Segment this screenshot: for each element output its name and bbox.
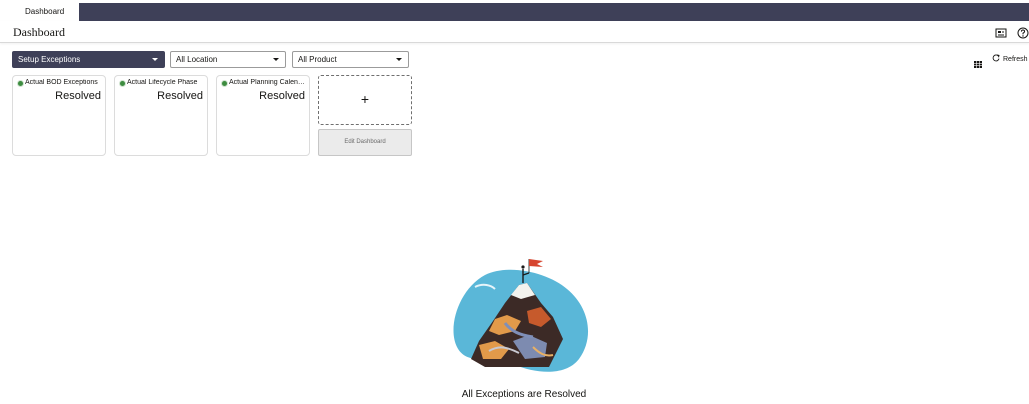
location-select[interactable]: All Location — [170, 51, 286, 68]
refresh-button[interactable]: Refresh — [992, 54, 1028, 63]
dashboard-view-icon[interactable] — [995, 26, 1007, 38]
page-header: Dashboard — [0, 21, 1029, 43]
tile-actual-lifecycle-phase[interactable]: Actual Lifecycle Phase Resolved — [114, 75, 208, 156]
chevron-down-icon — [396, 58, 402, 61]
product-select[interactable]: All Product — [292, 51, 409, 68]
refresh-label: Refresh — [1003, 56, 1028, 63]
exception-type-value: Setup Exceptions — [18, 55, 81, 64]
mountain-flag-illustration — [453, 259, 589, 372]
help-icon[interactable] — [1017, 26, 1029, 39]
status-dot — [18, 81, 23, 86]
tab-bar-fill — [79, 3, 1029, 21]
tile-name: Actual Planning Calendar — [229, 79, 307, 86]
edit-dashboard-button[interactable]: Edit Dashboard — [318, 129, 412, 156]
tile-actual-bod-exceptions[interactable]: Actual BOD Exceptions Resolved — [12, 75, 106, 156]
tile-status: Resolved — [259, 90, 305, 102]
tile-name: Actual Lifecycle Phase — [127, 79, 198, 86]
tile-name: Actual BOD Exceptions — [25, 79, 98, 86]
tile-status: Resolved — [55, 90, 101, 102]
chevron-down-icon — [152, 58, 158, 61]
page-title: Dashboard — [13, 25, 65, 39]
location-value: All Location — [176, 55, 218, 64]
exception-type-select[interactable]: Setup Exceptions — [12, 51, 165, 68]
status-dot — [222, 81, 227, 86]
tile-status: Resolved — [157, 90, 203, 102]
add-tile-button[interactable]: + — [318, 75, 412, 125]
tile-actual-planning-calendar[interactable]: Actual Planning Calendar Resolved — [216, 75, 310, 156]
status-dot — [120, 81, 125, 86]
refresh-icon — [992, 54, 1000, 62]
grid-view-icon[interactable] — [974, 55, 982, 73]
tab-bar: Dashboard — [0, 0, 1029, 21]
product-value: All Product — [298, 55, 337, 64]
tab-dashboard[interactable]: Dashboard — [10, 3, 78, 21]
chevron-down-icon — [273, 58, 279, 61]
empty-state-message: All Exceptions are Resolved — [461, 389, 587, 400]
